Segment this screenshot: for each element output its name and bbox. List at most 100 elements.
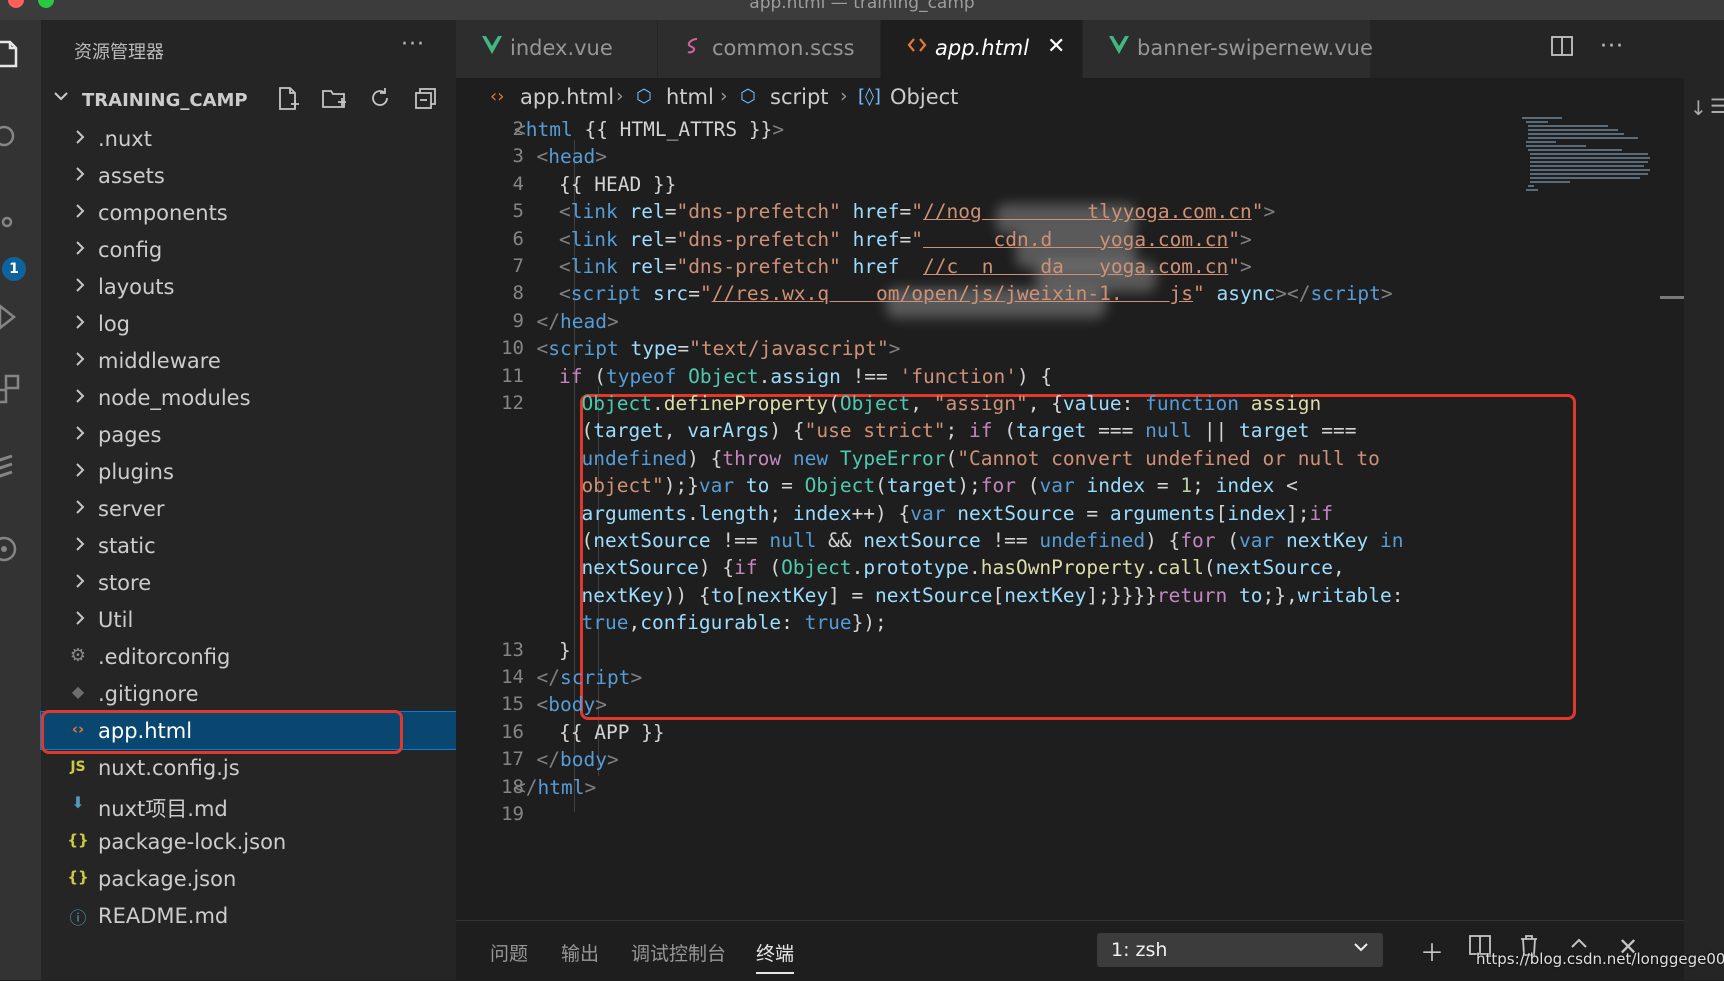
folder-item[interactable]: layouts (41, 268, 456, 305)
file-item[interactable]: JS nuxt.config.js (41, 749, 456, 786)
folder-item[interactable]: assets (41, 157, 456, 194)
code-token: href (852, 200, 900, 224)
file-tree-label: node_modules (98, 386, 251, 410)
tab-app-html[interactable]: app.html ✕ (881, 20, 1083, 78)
code-token: !== (840, 364, 900, 388)
vue-icon (1109, 36, 1129, 59)
folder-item[interactable]: middleware (41, 342, 456, 379)
code-token: ) { (1145, 529, 1181, 552)
code-token: rel (629, 255, 665, 278)
folder-item[interactable]: server (41, 490, 456, 527)
code-line: true,configurable: true}); (582, 611, 887, 634)
code-token: : (1121, 392, 1146, 415)
tab-banner-swipernew-vue[interactable]: banner-swipernew.vue (1083, 20, 1373, 78)
code-token: target (886, 474, 958, 498)
arrow-down-icon[interactable]: ↓ (1690, 96, 1707, 120)
folder-item[interactable]: static (41, 527, 456, 564)
run-debug-icon[interactable] (0, 302, 22, 332)
code-token: ( (828, 392, 840, 415)
breadcrumb-item[interactable]: html (666, 85, 714, 109)
file-item[interactable]: ⓘ README.md (41, 897, 456, 934)
more-actions-icon[interactable]: ··· (1600, 34, 1624, 64)
tab-output[interactable]: 输出 (561, 939, 599, 966)
remote-explorer-icon[interactable] (0, 452, 22, 482)
code-token: = (677, 337, 690, 361)
new-file-icon[interactable] (275, 86, 301, 118)
code-token: {{ HTML_ATTRS }} (572, 118, 773, 141)
workspace-root[interactable]: TRAINING_CAMP (49, 86, 449, 120)
code-token: varArgs (687, 419, 770, 443)
split-editor-icon[interactable] (1550, 34, 1574, 64)
code-token: true (581, 611, 629, 635)
file-item[interactable]: ◆ .gitignore (41, 675, 456, 712)
code-token: true (804, 611, 852, 635)
folder-item[interactable]: config (41, 231, 456, 268)
tab-index-vue[interactable]: index.vue (456, 20, 658, 78)
folder-item[interactable]: Util (41, 601, 456, 638)
source-control-icon[interactable] (0, 216, 22, 246)
search-icon[interactable] (0, 124, 22, 154)
vue-icon (482, 36, 502, 59)
folder-item[interactable]: store (41, 564, 456, 601)
collapse-all-icon[interactable] (413, 86, 439, 118)
code-token: ) { (687, 446, 723, 470)
file-item[interactable]: {} package.json (41, 860, 456, 897)
tab-debug-console[interactable]: 调试控制台 (631, 939, 726, 966)
file-tree-label: plugins (98, 460, 174, 484)
folder-item[interactable]: log (41, 305, 456, 342)
breadcrumb-item[interactable]: Object (890, 85, 958, 109)
folder-item[interactable]: node_modules (41, 379, 456, 416)
file-item[interactable]: {} package-lock.json (41, 823, 456, 860)
code-editor[interactable]: 2 <html {{ HTML_ATTRS }}> 3 <head> 4{{ HEAD … (456, 116, 1684, 920)
line-number: 17 (501, 748, 524, 771)
code-token: || (1192, 419, 1240, 443)
code-token: script (570, 282, 642, 306)
timeline-icon[interactable] (0, 532, 22, 562)
file-item[interactable]: ⬇ nuxt项目.md (41, 786, 456, 823)
terminal-select[interactable]: 1: zsh (1097, 933, 1383, 967)
breadcrumb-item[interactable]: script (770, 85, 829, 109)
folder-item[interactable]: pages (41, 416, 456, 453)
chevron-right-icon (73, 573, 87, 593)
code-token: new (792, 446, 829, 470)
file-item[interactable]: ⚙ .editorconfig (41, 638, 456, 675)
tab-terminal[interactable]: 终端 (756, 939, 795, 974)
refresh-icon[interactable] (367, 86, 393, 118)
code-token: nextSource (1215, 556, 1333, 580)
code-token: rel (629, 227, 665, 251)
folder-item[interactable]: .nuxt (41, 120, 456, 157)
minimap[interactable] (1520, 115, 1660, 205)
line-number: 3 (512, 145, 524, 168)
code-token: href (852, 255, 900, 278)
folder-item[interactable]: components (41, 194, 456, 231)
code-token: </ (514, 775, 538, 799)
close-icon[interactable]: ✕ (1047, 34, 1065, 59)
code-token: null (769, 529, 817, 552)
window-title: app.html — training_camp (749, 0, 975, 13)
breadcrumb-item[interactable]: app.html (520, 85, 614, 109)
explorer-more-button[interactable]: ··· (401, 32, 425, 57)
folder-item[interactable]: plugins (41, 453, 456, 490)
extensions-icon[interactable] (0, 372, 22, 404)
scrollbar[interactable] (1660, 296, 1684, 299)
code-token: ) { (1016, 364, 1053, 388)
tab-problems[interactable]: 问题 (490, 939, 528, 966)
explorer-icon[interactable] (0, 38, 22, 68)
variable-icon: [◊] (858, 86, 881, 107)
code-token: //nog tlyyoga.com.cn (923, 200, 1252, 224)
list-icon[interactable]: ☰ (1710, 94, 1724, 118)
tab-common-scss[interactable]: common.scss (658, 20, 881, 78)
code-token: = (1145, 474, 1181, 498)
code-token: . (1145, 556, 1157, 580)
code-token: if (734, 556, 758, 580)
code-token: ;}, (1262, 583, 1298, 607)
add-terminal-icon[interactable]: ＋ (1420, 933, 1444, 968)
code-token: = (1074, 501, 1110, 525)
new-folder-icon[interactable] (321, 86, 347, 118)
code-token: ></ (1275, 282, 1311, 306)
code-token: html (525, 118, 573, 141)
file-item[interactable]: ‹› app.html (40, 711, 457, 750)
